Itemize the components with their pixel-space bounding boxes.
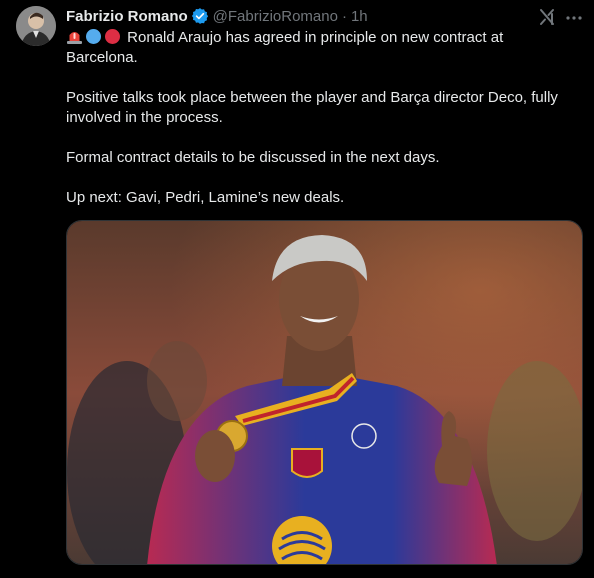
tweet-header: Fabrizio Romano @FabrizioRomano · 1h bbox=[66, 6, 368, 26]
author-handle[interactable]: @FabrizioRomano bbox=[213, 8, 338, 25]
grok-icon[interactable] bbox=[538, 8, 556, 26]
text-line-3: Formal contract details to be discussed … bbox=[66, 149, 440, 166]
red-circle-emoji-icon bbox=[104, 28, 121, 45]
tweet-media-photo[interactable] bbox=[66, 220, 583, 565]
siren-emoji-icon bbox=[66, 28, 83, 45]
blue-circle-emoji-icon bbox=[85, 28, 102, 45]
author-avatar[interactable] bbox=[16, 6, 56, 46]
tweet-text: Ronald Araujo has agreed in principle on… bbox=[66, 28, 581, 208]
verified-badge-icon bbox=[191, 7, 209, 25]
player-photo bbox=[67, 221, 582, 564]
text-line-1b: Barcelona. bbox=[66, 49, 138, 66]
tweet-text-line-1: Ronald Araujo has agreed in principle on… bbox=[127, 29, 504, 46]
text-line-4: Up next: Gavi, Pedri, Lamine’s new deals… bbox=[66, 189, 345, 206]
text-line-2b: involved in the process. bbox=[66, 109, 223, 126]
tweet[interactable]: Fabrizio Romano @FabrizioRomano · 1h Ron… bbox=[0, 0, 594, 578]
text-line-1: Ronald Araujo has agreed in principle on… bbox=[66, 28, 581, 48]
more-options-icon[interactable] bbox=[565, 9, 583, 27]
timestamp[interactable]: 1h bbox=[351, 8, 368, 25]
separator-dot: · bbox=[341, 7, 347, 25]
author-name[interactable]: Fabrizio Romano bbox=[66, 8, 188, 25]
text-line-2a: Positive talks took place between the pl… bbox=[66, 89, 558, 106]
